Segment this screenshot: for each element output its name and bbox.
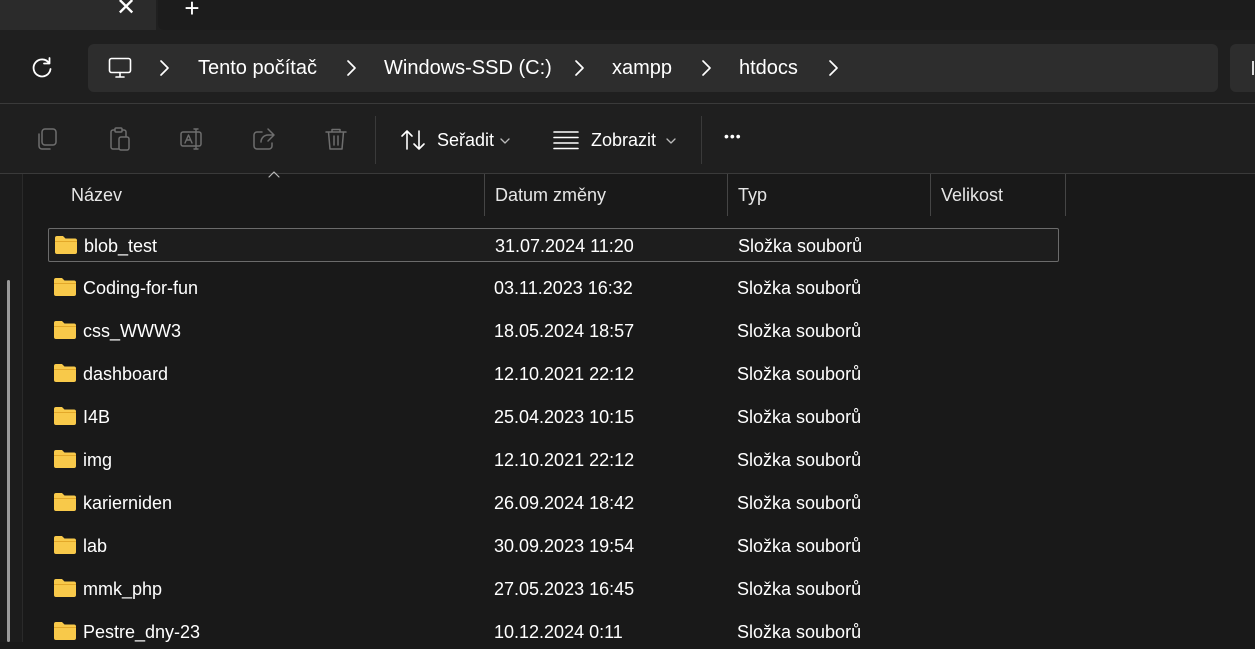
file-row[interactable]: Coding-for-fun 03.11.2023 16:32 Složka s… <box>48 271 1059 305</box>
file-date: 25.04.2023 10:15 <box>494 407 635 427</box>
file-name: blob_test <box>84 236 158 256</box>
breadcrumb-drive-c[interactable]: Windows-SSD (C:) <box>384 56 552 80</box>
chevron-down-icon <box>500 138 510 144</box>
folder-icon <box>53 578 77 598</box>
toolbar-separator <box>701 116 702 164</box>
file-row[interactable]: css_WWW3 18.05.2024 18:57 Složka souborů <box>48 314 1059 348</box>
chevron-right-icon[interactable] <box>827 59 839 77</box>
file-type: Složka souborů <box>737 364 862 384</box>
chevron-right-icon[interactable] <box>158 59 170 77</box>
file-name: karierniden <box>83 493 173 513</box>
file-row[interactable]: I4B 25.04.2023 10:15 Složka souborů <box>48 400 1059 434</box>
file-name: Pestre_dny-23 <box>83 622 201 642</box>
sort-button[interactable]: Seřadit <box>398 122 518 158</box>
sort-label: Seřadit <box>437 130 495 150</box>
file-date: 03.11.2023 16:32 <box>494 278 633 298</box>
file-date: 30.09.2023 19:54 <box>494 536 635 556</box>
tab-strip-empty <box>158 0 1255 30</box>
chevron-right-icon[interactable] <box>345 59 357 77</box>
chevron-right-icon[interactable] <box>700 59 712 77</box>
refresh-icon[interactable] <box>28 54 56 82</box>
file-name: img <box>83 450 113 470</box>
file-name: Coding-for-fun <box>83 278 199 298</box>
view-icon <box>553 131 579 150</box>
file-row[interactable]: lab 30.09.2023 19:54 Složka souborů <box>48 529 1059 563</box>
file-row[interactable]: karierniden 26.09.2024 18:42 Složka soub… <box>48 486 1059 520</box>
breadcrumb-this-pc[interactable]: Tento počítač <box>198 56 317 80</box>
tab-strip: ✕ + <box>0 0 1255 30</box>
breadcrumb-xampp[interactable]: xampp <box>612 56 672 80</box>
chevron-down-icon <box>666 138 676 144</box>
folder-icon <box>53 277 77 297</box>
new-tab-button[interactable]: + <box>176 0 208 24</box>
column-header-name[interactable]: Název <box>61 174 484 216</box>
file-type: Složka souborů <box>737 278 862 298</box>
close-tab-icon[interactable]: ✕ <box>112 0 140 24</box>
folder-icon <box>53 406 77 426</box>
column-divider[interactable] <box>1065 174 1066 216</box>
file-row[interactable]: Pestre_dny-23 10.12.2024 0:11 Složka sou… <box>48 615 1059 649</box>
file-date: 31.07.2024 11:20 <box>495 236 634 256</box>
file-type: Složka souborů <box>737 579 862 599</box>
folder-icon <box>53 492 77 512</box>
file-date: 27.05.2023 16:45 <box>494 579 635 599</box>
column-header-date[interactable]: Datum změny <box>485 174 727 216</box>
view-button[interactable]: Zobrazit <box>552 122 682 158</box>
folder-icon <box>54 235 78 255</box>
folder-icon <box>53 320 77 340</box>
file-date: 12.10.2021 22:12 <box>494 364 635 384</box>
folder-icon <box>53 363 77 383</box>
file-type: Složka souborů <box>737 321 862 341</box>
file-list-pane: Název Datum změny Typ Velikost blob_test… <box>0 171 1255 642</box>
file-row[interactable]: img 12.10.2021 22:12 Složka souborů <box>48 443 1059 477</box>
file-name: mmk_php <box>83 579 163 599</box>
scrollbar-thumb[interactable] <box>7 280 10 642</box>
more-options-icon[interactable]: ••• <box>724 128 742 144</box>
folder-icon <box>53 535 77 555</box>
command-bar: Seřadit Zobrazit ••• <box>0 104 1255 174</box>
file-row[interactable]: blob_test 31.07.2024 11:20 Složka soubor… <box>48 228 1059 262</box>
file-name: I4B <box>83 407 111 427</box>
sort-icon <box>401 130 425 150</box>
computer-icon[interactable] <box>108 56 132 80</box>
file-name: css_WWW3 <box>83 321 181 341</box>
active-tab[interactable]: ✕ <box>0 0 156 30</box>
delete-icon[interactable] <box>323 126 349 152</box>
navigation-bar: Tento počítač Windows-SSD (C:) xampp htd… <box>0 30 1255 104</box>
column-header-type[interactable]: Typ <box>728 174 930 216</box>
file-date: 26.09.2024 18:42 <box>494 493 635 513</box>
file-type: Složka souborů <box>738 236 863 256</box>
column-headers: Název Datum změny Typ Velikost <box>48 171 1066 216</box>
file-name: lab <box>83 536 108 556</box>
file-type: Složka souborů <box>737 622 862 642</box>
scrollbar-track[interactable] <box>0 174 23 642</box>
view-label: Zobrazit <box>591 130 657 150</box>
file-date: 18.05.2024 18:57 <box>494 321 635 341</box>
file-row[interactable]: mmk_php 27.05.2023 16:45 Složka souborů <box>48 572 1059 606</box>
file-type: Složka souborů <box>737 536 862 556</box>
share-icon[interactable] <box>251 126 277 152</box>
file-row[interactable]: dashboard 12.10.2021 22:12 Složka soubor… <box>48 357 1059 391</box>
copy-icon[interactable] <box>34 126 60 152</box>
search-box[interactable] <box>1230 44 1255 92</box>
folder-icon <box>53 621 77 641</box>
toolbar-separator <box>375 116 376 164</box>
breadcrumb-htdocs[interactable]: htdocs <box>739 56 798 80</box>
folder-icon <box>53 449 77 469</box>
file-name: dashboard <box>83 364 169 384</box>
file-date: 10.12.2024 0:11 <box>494 622 623 642</box>
file-type: Složka souborů <box>737 407 862 427</box>
search-caret <box>1252 61 1254 75</box>
column-header-size[interactable]: Velikost <box>931 174 1065 216</box>
address-bar[interactable]: Tento počítač Windows-SSD (C:) xampp htd… <box>88 44 1218 92</box>
file-type: Složka souborů <box>737 450 862 470</box>
paste-icon[interactable] <box>107 126 133 152</box>
file-type: Složka souborů <box>737 493 862 513</box>
chevron-right-icon[interactable] <box>573 59 585 77</box>
file-date: 12.10.2021 22:12 <box>494 450 635 470</box>
rename-icon[interactable] <box>179 126 205 152</box>
